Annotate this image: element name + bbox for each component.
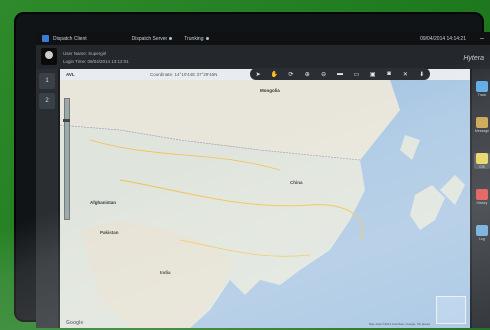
zoom-handle[interactable] (63, 119, 70, 122)
map-label-china: China (290, 180, 303, 185)
monitor-bezel: Dispatch Client Dispatch Server Trunking… (14, 12, 490, 328)
pin-icon[interactable]: ⬇ (417, 71, 427, 78)
status-dot-icon (169, 37, 173, 40)
right-item-log[interactable]: Log (474, 225, 490, 241)
right-panel: Track Message GIS History Log (472, 69, 490, 328)
status-dispatch-server: Dispatch Server (132, 36, 173, 42)
left-tool-2[interactable]: 2 (39, 93, 55, 109)
window-title: Dispatch Client (53, 35, 87, 42)
minimap[interactable] (436, 296, 466, 324)
left-tool-strip: 1 2 (36, 69, 58, 328)
rect-select-icon[interactable]: ▭ (351, 71, 361, 78)
tab-avl[interactable]: AVL (66, 72, 75, 77)
map-label-afghanistan: Afghanistan (90, 200, 117, 205)
message-icon (476, 117, 488, 128)
app-icon (42, 35, 49, 42)
track-icon (476, 81, 488, 92)
google-logo: Google (66, 320, 84, 326)
map-toolbar: ➤ ✋ ⟳ ⊕ ⊖ ▬ ▭ ▣ ◙ ✕ ⬇ (250, 68, 430, 80)
map-canvas[interactable]: Mongolia China Afghanistan Pakistan Indi… (60, 80, 470, 328)
right-item-history[interactable]: History (474, 189, 490, 205)
map-label-pakistan: Pakistan (100, 230, 119, 235)
clock: 09/04/2014 14:14:21 (420, 35, 466, 42)
user-header: User Name: Supergirl Login Time: 09/04/2… (36, 45, 490, 69)
avatar (41, 48, 57, 65)
cursor-icon[interactable]: ➤ (253, 71, 263, 78)
measure-icon[interactable]: ▬ (335, 71, 345, 77)
login-time: Login Time: 09/04/2014 13:12:01 (63, 59, 129, 64)
close-icon[interactable]: ✕ (400, 71, 410, 78)
status-dot-icon (205, 37, 209, 40)
log-icon (476, 225, 488, 236)
minimize-button[interactable]: – (480, 35, 484, 42)
map-label-india: India (160, 270, 171, 275)
right-item-track[interactable]: Track (474, 81, 490, 97)
map-panel: AVL Coordinate: 14°10'44E 37°29'46N ➤ ✋ … (60, 68, 470, 328)
camera-icon[interactable]: ◙ (384, 71, 394, 77)
map-header: AVL Coordinate: 14°10'44E 37°29'46N ➤ ✋ … (60, 68, 470, 80)
map-copyright: Map data ©2014 AutoNavi, Google, SK plan… (368, 322, 430, 326)
brand-logo: Hytera (463, 55, 484, 62)
user-name: User Name: Supergirl (63, 51, 107, 56)
status-trunking: Trunking (184, 36, 209, 42)
zoom-slider[interactable] (63, 98, 70, 220)
screen: Dispatch Client Dispatch Server Trunking… (36, 32, 490, 328)
title-bar: Dispatch Client Dispatch Server Trunking… (36, 32, 490, 45)
zoom-out-icon[interactable]: ⊖ (319, 71, 329, 78)
left-tool-1[interactable]: 1 (39, 73, 55, 89)
layer-icon[interactable]: ▣ (368, 71, 378, 78)
map-label-mongolia: Mongolia (260, 88, 280, 93)
coordinate-readout: Coordinate: 14°10'44E 37°29'46N (150, 72, 218, 77)
history-icon (476, 189, 488, 200)
rotate-icon[interactable]: ⟳ (286, 71, 296, 78)
right-item-gis[interactable]: GIS (474, 153, 490, 169)
hand-icon[interactable]: ✋ (270, 71, 280, 78)
zoom-in-icon[interactable]: ⊕ (302, 71, 312, 78)
gis-icon (476, 153, 488, 164)
right-item-message[interactable]: Message (474, 117, 490, 133)
